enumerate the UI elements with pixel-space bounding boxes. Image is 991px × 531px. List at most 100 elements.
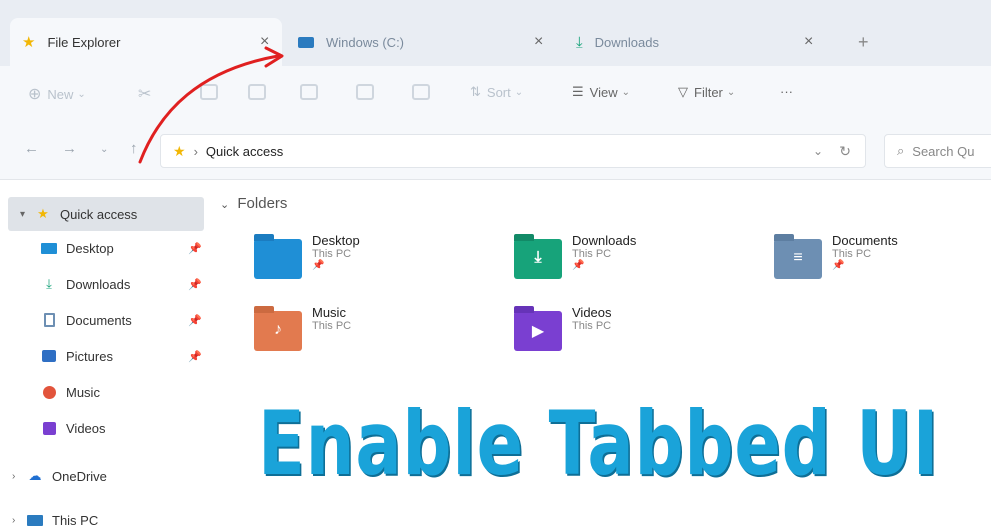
sidebar-item-pictures[interactable]: Pictures 📌 bbox=[0, 339, 212, 373]
tab-label: Windows (C:) bbox=[326, 34, 405, 50]
document-icon bbox=[40, 313, 58, 327]
filter-icon: ▽ bbox=[678, 84, 688, 99]
tab-label: Downloads bbox=[594, 34, 659, 50]
desktop-folder-icon bbox=[254, 234, 302, 279]
sort-icon: ⇅ bbox=[470, 84, 481, 99]
sidebar-item-downloads[interactable]: ⤓ Downloads 📌 bbox=[0, 267, 212, 301]
close-tab-icon[interactable]: × bbox=[534, 33, 543, 51]
chevron-right-icon[interactable]: › bbox=[12, 471, 26, 482]
sidebar-item-documents[interactable]: Documents 📌 bbox=[0, 303, 212, 337]
search-placeholder: Search Qu bbox=[912, 143, 975, 159]
sidebar-item-label: OneDrive bbox=[52, 468, 107, 484]
sidebar-item-label: This PC bbox=[52, 512, 99, 528]
close-tab-icon[interactable]: × bbox=[804, 33, 813, 51]
star-icon: ★ bbox=[37, 206, 49, 221]
more-options-button[interactable]: ··· bbox=[780, 84, 793, 99]
navigation-pane: ▾ ★ Quick access Desktop 📌 ⤓ Downloads 📌… bbox=[0, 181, 212, 531]
folder-location: This PC bbox=[832, 248, 872, 260]
folders-section-header[interactable]: ⌄ Folders bbox=[220, 195, 287, 212]
sidebar-item-label: Documents bbox=[66, 312, 132, 328]
view-icon: ☰ bbox=[572, 84, 584, 99]
desktop-icon bbox=[40, 241, 58, 255]
up-arrow-icon[interactable]: ↑ bbox=[130, 140, 138, 157]
cut-icon[interactable]: ✂ bbox=[138, 84, 151, 104]
chevron-down-icon: ⌄ bbox=[220, 199, 230, 211]
new-label: New bbox=[47, 86, 74, 102]
sidebar-item-music[interactable]: Music bbox=[0, 375, 212, 409]
folder-documents[interactable]: ≡ Documents This PC 📌 bbox=[774, 233, 991, 293]
sidebar-item-onedrive[interactable]: › ☁ OneDrive bbox=[0, 459, 212, 493]
new-tab-button[interactable]: + bbox=[858, 32, 869, 53]
sidebar-item-videos[interactable]: Videos bbox=[0, 411, 212, 445]
sidebar-item-label: Videos bbox=[66, 420, 106, 436]
recent-locations-icon[interactable]: ⌄ bbox=[100, 144, 108, 155]
pin-icon: 📌 bbox=[572, 260, 585, 271]
view-label: View bbox=[589, 84, 618, 100]
chevron-down-icon[interactable]: ⌄ bbox=[813, 144, 823, 158]
drive-icon bbox=[298, 36, 314, 48]
pin-icon: 📌 bbox=[832, 260, 845, 271]
documents-folder-icon: ≡ bbox=[774, 234, 822, 279]
close-tab-icon[interactable]: × bbox=[260, 33, 269, 51]
address-row: ← → ⌄ ↑ ★ › Quick access ⌄ ↻ ⌕ Search Qu bbox=[0, 124, 991, 180]
chevron-down-icon: ⌄ bbox=[726, 86, 736, 98]
star-icon: ★ bbox=[173, 142, 186, 159]
chevron-down-icon[interactable]: ▾ bbox=[20, 209, 34, 220]
chevron-right-icon[interactable]: › bbox=[12, 515, 26, 526]
folder-videos[interactable]: ▶ Videos This PC bbox=[514, 305, 744, 365]
tab-file-explorer[interactable]: ★ File Explorer × bbox=[10, 18, 282, 66]
tab-windows-c[interactable]: Windows (C:) × bbox=[296, 18, 558, 66]
pin-icon: 📌 bbox=[312, 260, 325, 271]
chevron-down-icon: ⌄ bbox=[621, 86, 630, 98]
download-icon: ⤓ bbox=[46, 276, 52, 291]
folder-desktop[interactable]: Desktop This PC 📌 bbox=[254, 233, 484, 293]
music-folder-icon: ♪ bbox=[254, 306, 302, 351]
enable-tabbed-ui-banner: Enable Tabbed UI bbox=[258, 392, 940, 495]
sidebar-item-quick-access[interactable]: ▾ ★ Quick access bbox=[8, 197, 204, 231]
filter-button[interactable]: ▽ Filter ⌄ bbox=[678, 84, 735, 100]
folder-location: This PC bbox=[572, 320, 612, 332]
videos-folder-icon: ▶ bbox=[514, 306, 562, 351]
sidebar-item-this-pc[interactable]: › This PC bbox=[0, 503, 212, 531]
filter-label: Filter bbox=[694, 84, 723, 100]
breadcrumb[interactable]: Quick access bbox=[206, 144, 283, 159]
refresh-icon[interactable]: ↻ bbox=[839, 143, 851, 160]
new-icon: ⊕ bbox=[28, 86, 42, 103]
sort-button[interactable]: ⇅ Sort ⌄ bbox=[470, 84, 523, 100]
folder-name: Music bbox=[312, 305, 346, 320]
folder-location: This PC bbox=[312, 320, 352, 332]
sidebar-item-desktop[interactable]: Desktop 📌 bbox=[0, 231, 212, 265]
rename-icon[interactable] bbox=[300, 84, 318, 100]
folder-name: Documents bbox=[832, 233, 898, 248]
cloud-icon: ☁ bbox=[28, 468, 42, 483]
new-button[interactable]: ⊕ New ⌄ bbox=[28, 84, 86, 104]
sidebar-item-label: Quick access bbox=[60, 206, 138, 222]
sidebar-item-label: Desktop bbox=[66, 240, 114, 256]
search-icon: ⌕ bbox=[897, 143, 905, 158]
share-icon[interactable] bbox=[356, 84, 374, 100]
back-arrow-icon[interactable]: ← bbox=[24, 140, 39, 157]
forward-arrow-icon[interactable]: → bbox=[62, 140, 77, 157]
folder-downloads[interactable]: ⤓ Downloads This PC 📌 bbox=[514, 233, 744, 293]
address-bar[interactable]: ★ › Quick access ⌄ ↻ bbox=[160, 134, 866, 168]
view-button[interactable]: ☰ View ⌄ bbox=[572, 84, 630, 100]
pin-icon: 📌 bbox=[188, 314, 202, 327]
download-icon: ⤓ bbox=[576, 33, 583, 51]
pictures-icon bbox=[40, 349, 58, 363]
sidebar-item-label: Pictures bbox=[66, 348, 113, 364]
tab-downloads[interactable]: ⤓ Downloads × bbox=[570, 18, 832, 66]
paste-icon[interactable] bbox=[248, 84, 266, 100]
command-bar: ⊕ New ⌄ ✂ ⇅ Sort ⌄ ☰ View ⌄ ▽ Filter ⌄ ·… bbox=[0, 66, 991, 124]
section-title: Folders bbox=[237, 195, 288, 212]
delete-icon[interactable] bbox=[412, 84, 430, 100]
sidebar-item-label: Music bbox=[66, 384, 100, 400]
pin-icon: 📌 bbox=[188, 278, 202, 291]
folder-location: This PC bbox=[312, 248, 352, 260]
folder-location: This PC bbox=[572, 248, 612, 260]
search-input[interactable]: ⌕ Search Qu bbox=[884, 134, 991, 168]
folder-music[interactable]: ♪ Music This PC bbox=[254, 305, 484, 365]
videos-icon bbox=[40, 421, 58, 435]
sort-label: Sort bbox=[486, 84, 511, 100]
chevron-down-icon: ⌄ bbox=[514, 86, 524, 98]
copy-icon[interactable] bbox=[200, 84, 218, 100]
